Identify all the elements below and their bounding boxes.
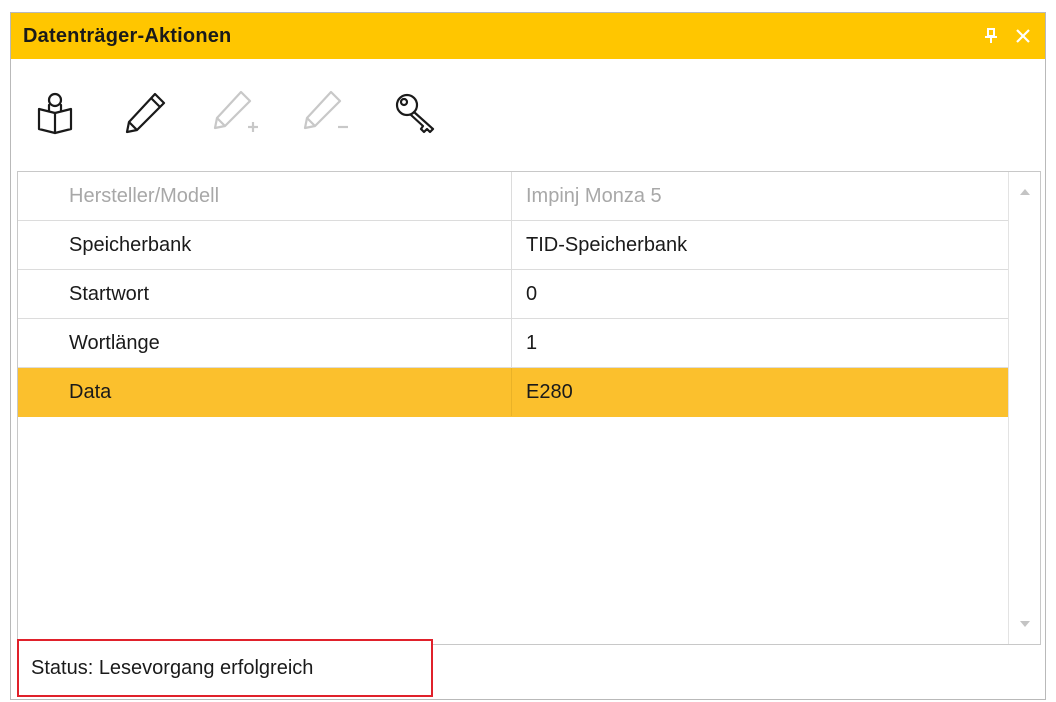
property-value[interactable]: E280 <box>512 368 1008 416</box>
key-icon[interactable] <box>389 87 441 139</box>
property-rows: Hersteller/Modell Impinj Monza 5 Speiche… <box>18 172 1008 417</box>
property-key: Startwort <box>18 270 512 318</box>
pencil-minus-icon <box>299 87 351 139</box>
status-bar: Status: Lesevorgang erfolgreich <box>17 639 433 697</box>
tag-actions-panel: Datenträger-Aktionen Hersteller/Modell I… <box>10 12 1046 700</box>
toolbar <box>11 59 1045 169</box>
property-key: Wortlänge <box>18 319 512 367</box>
pin-icon[interactable] <box>983 28 999 44</box>
scroll-up-icon[interactable] <box>1019 186 1031 198</box>
property-row-wortlaenge[interactable]: Wortlänge 1 <box>18 319 1008 368</box>
read-tag-icon[interactable] <box>29 87 81 139</box>
property-key: Speicherbank <box>18 221 512 269</box>
property-row-startwort[interactable]: Startwort 0 <box>18 270 1008 319</box>
property-row-speicherbank[interactable]: Speicherbank TID-Speicherbank <box>18 221 1008 270</box>
edit-pencil-icon[interactable] <box>119 87 171 139</box>
vertical-scrollbar[interactable] <box>1008 172 1040 644</box>
property-grid: Hersteller/Modell Impinj Monza 5 Speiche… <box>17 171 1041 645</box>
panel-titlebar: Datenträger-Aktionen <box>11 13 1045 59</box>
property-value: Impinj Monza 5 <box>526 184 662 207</box>
close-icon[interactable] <box>1015 28 1031 44</box>
property-row-data[interactable]: Data E280 <box>18 368 1008 417</box>
panel-title: Datenträger-Aktionen <box>23 24 232 47</box>
property-value[interactable]: TID-Speicherbank <box>512 221 1008 269</box>
titlebar-buttons <box>983 28 1045 44</box>
status-text: Status: Lesevorgang erfolgreich <box>31 656 314 679</box>
property-key: Hersteller/Modell <box>18 172 512 220</box>
property-key: Data <box>18 368 512 416</box>
scroll-down-icon[interactable] <box>1019 618 1031 630</box>
property-row-hersteller-modell: Hersteller/Modell Impinj Monza 5 <box>18 172 1008 221</box>
pencil-plus-icon <box>209 87 261 139</box>
property-value[interactable]: 0 <box>512 270 1008 318</box>
property-value[interactable]: 1 <box>512 319 1008 367</box>
